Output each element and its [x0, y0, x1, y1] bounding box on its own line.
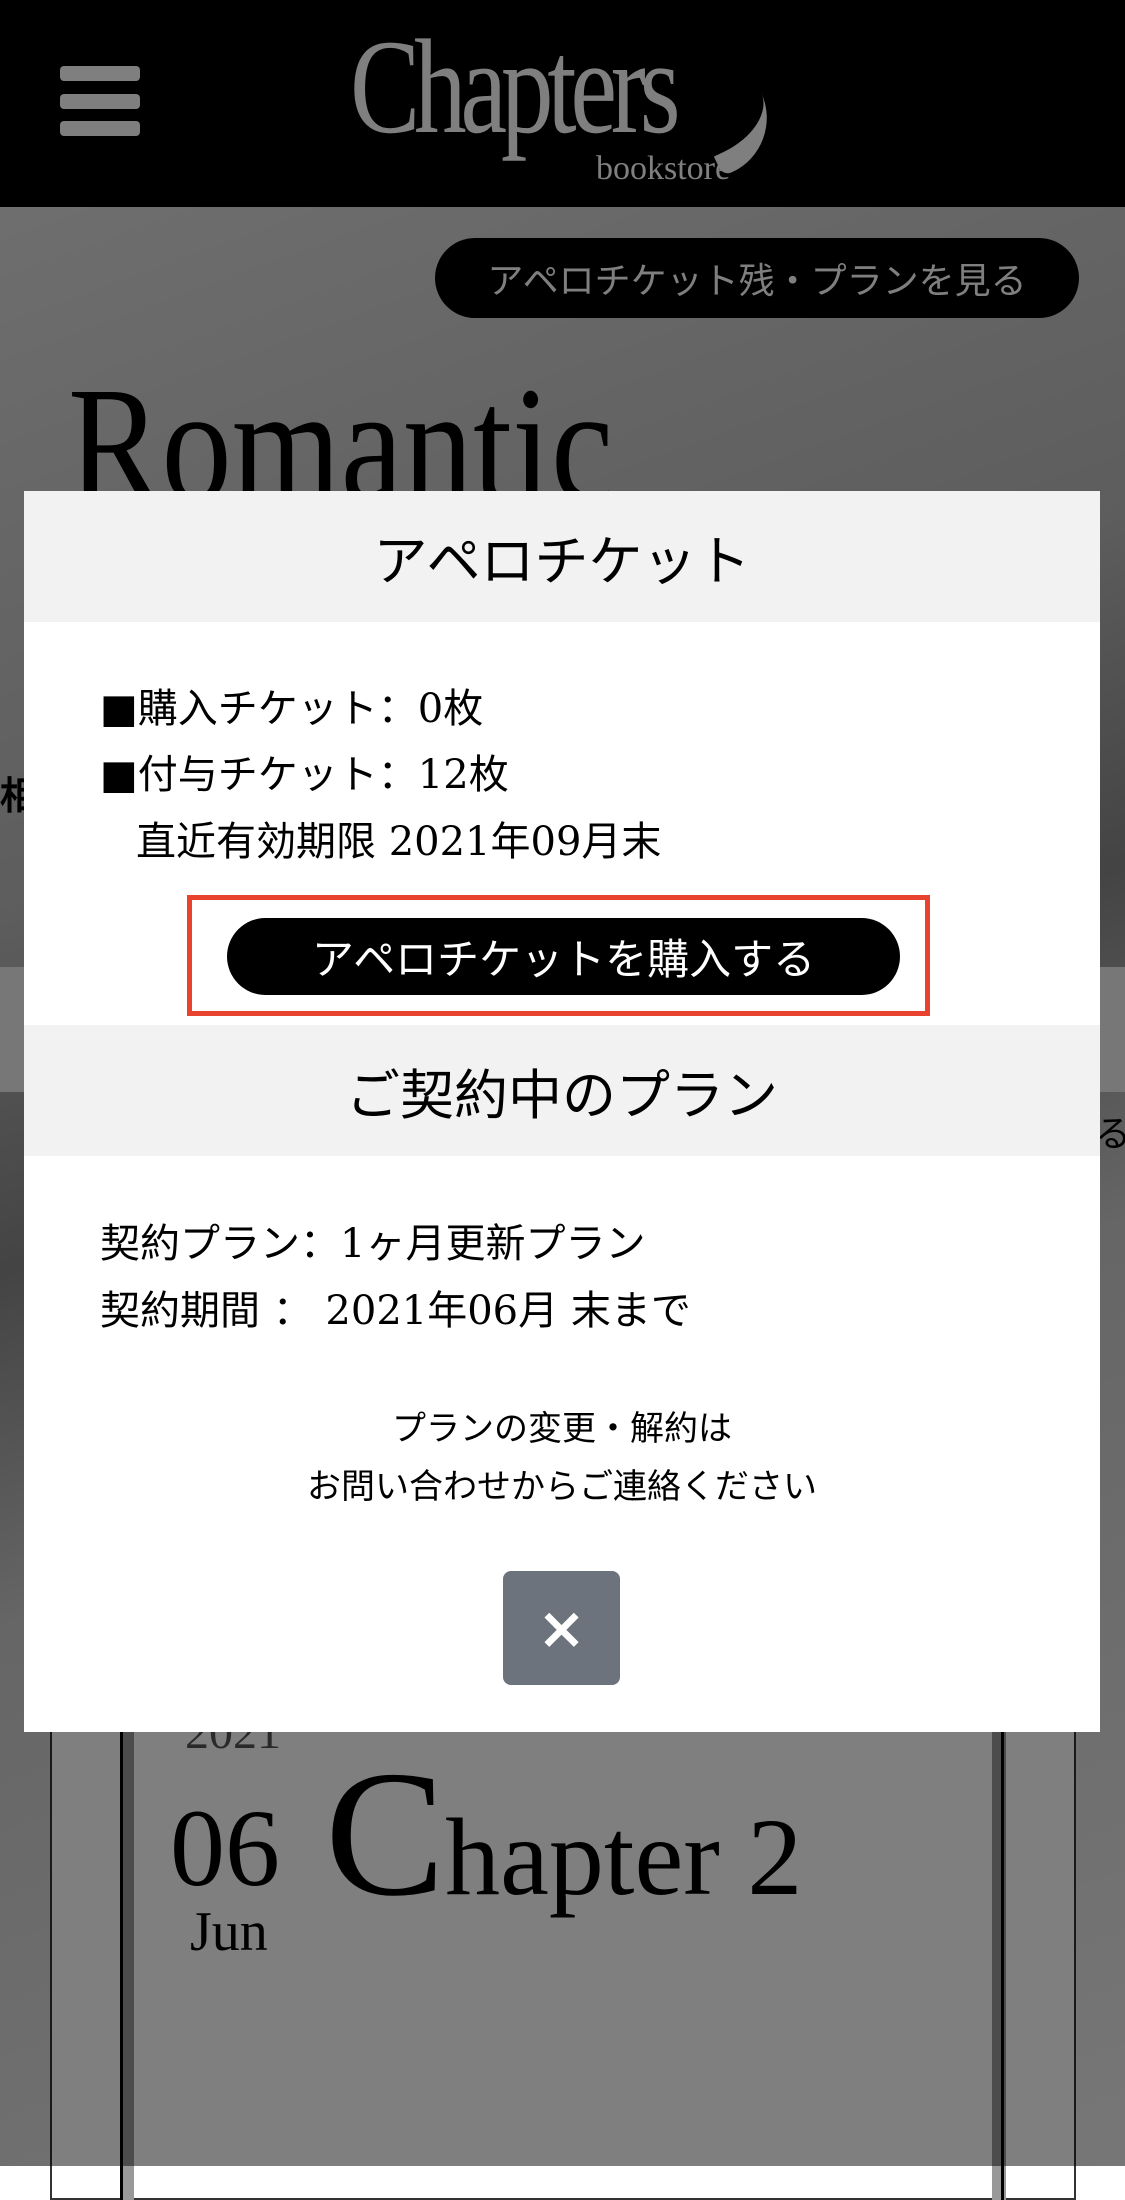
close-icon: ×	[537, 1594, 586, 1662]
plan-change-note-2: お問い合わせからご連絡ください	[307, 1467, 817, 1507]
buy-ticket-button[interactable]: アペロチケットを購入する	[227, 918, 900, 995]
plan-section-title: ご契約中のプラン	[24, 1025, 1100, 1156]
purchased-tickets: ■購入チケット：0枚	[100, 686, 484, 732]
contract-period: 契約期間 ： 2021年06月 末まで	[100, 1288, 691, 1334]
close-button[interactable]: ×	[503, 1571, 620, 1685]
plan-change-note-1: プランの変更・解約は	[392, 1409, 732, 1449]
ticket-section-title: アペロチケット	[24, 491, 1100, 622]
ticket-plan-modal: アペロチケット ■購入チケット：0枚 ■付与チケット：12枚 直近有効期限 20…	[24, 491, 1100, 1732]
granted-tickets: ■付与チケット：12枚	[100, 752, 509, 798]
contract-plan: 契約プラン：1ヶ月更新プラン	[100, 1221, 646, 1267]
ticket-expiry: 直近有効期限 2021年09月末	[136, 819, 662, 865]
